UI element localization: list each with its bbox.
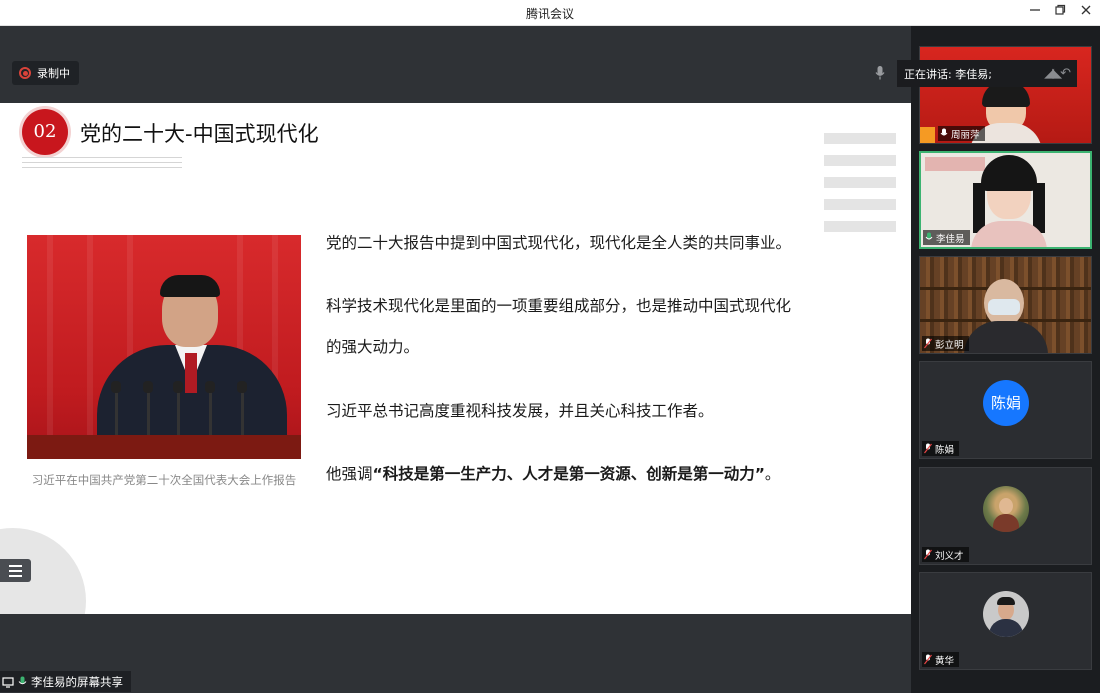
section-number-badge: 02 xyxy=(22,109,68,155)
title-divider xyxy=(22,167,182,168)
microphone-muted-icon xyxy=(924,654,932,665)
slide-menu-button[interactable] xyxy=(0,559,31,582)
screen-share-tag[interactable]: 李佳易的屏幕共享 xyxy=(0,671,131,692)
microphone-icon xyxy=(940,128,948,136)
microphone-muted-icon xyxy=(924,443,932,454)
participant-label: 李佳易 xyxy=(923,230,970,245)
restore-icon[interactable] xyxy=(1050,3,1070,23)
recording-label: 录制中 xyxy=(37,67,70,80)
title-divider xyxy=(22,157,182,158)
participant-label: 彭立明 xyxy=(922,336,969,351)
paragraph: 科学技术现代化是里面的一项重要组成部分，也是推动中国式现代化 xyxy=(326,297,792,315)
avatar: 陈娟 xyxy=(983,380,1029,426)
participant-tile[interactable]: 彭立明 xyxy=(919,256,1092,354)
title-bar: 腾讯会议 xyxy=(0,0,1100,26)
participant-tile-active[interactable]: 李佳易 xyxy=(919,151,1092,249)
close-icon[interactable] xyxy=(1076,3,1096,23)
shared-screen-stage: 录制中 02 党的二十大-中国式现代化 习近平在中国共产党第二十次全国代表大会上… xyxy=(0,26,911,693)
participant-label: 周丽萍 xyxy=(938,126,985,141)
microphone-icon xyxy=(18,676,27,684)
microphone-muted-icon xyxy=(924,549,932,560)
participant-label: 黄华 xyxy=(922,652,960,667)
slide-title: 党的二十大-中国式现代化 xyxy=(80,122,319,146)
microphone-icon[interactable] xyxy=(874,65,886,81)
emphasis-paragraph: 他强调“科技是第一生产力、人才是第一资源、创新是第一动力”。 xyxy=(326,462,780,484)
host-icon xyxy=(920,127,935,143)
participant-tile[interactable]: 刘义才 xyxy=(919,467,1092,565)
record-icon xyxy=(19,67,31,79)
window-title: 腾讯会议 xyxy=(525,7,574,21)
participant-tile[interactable]: 黄华 xyxy=(919,572,1092,670)
speaking-indicator: 正在讲话: 李佳易; ◢◣↶ xyxy=(897,60,1077,87)
presentation-slide: 02 党的二十大-中国式现代化 习近平在中国共产党第二十次全国代表大会上作报告 … xyxy=(0,103,911,614)
paragraph: 的强大动力。 xyxy=(326,338,420,356)
minimize-icon[interactable] xyxy=(1025,3,1045,23)
emphasis-suffix: 。 xyxy=(764,465,781,483)
participant-label: 刘义才 xyxy=(922,547,969,562)
more-icon: ◢◣↶ xyxy=(1044,66,1071,81)
screen-share-icon xyxy=(2,676,14,688)
paragraph: 习近平总书记高度重视科技发展，并且关心科技工作者。 xyxy=(326,402,714,420)
emphasis-prefix: 他强调 xyxy=(326,465,373,483)
participant-tile[interactable]: 陈娟 陈娟 xyxy=(919,361,1092,459)
recording-indicator[interactable]: 录制中 xyxy=(12,61,79,85)
decorative-bars xyxy=(824,133,896,243)
emphasis-quote: “科技是第一生产力、人才是第一资源、创新是第一动力” xyxy=(372,465,765,483)
microphone-muted-icon xyxy=(924,338,932,349)
speech-photo xyxy=(27,235,301,459)
avatar xyxy=(983,591,1029,637)
avatar xyxy=(983,486,1029,532)
title-divider xyxy=(22,162,182,163)
screen-share-label: 李佳易的屏幕共享 xyxy=(31,674,123,689)
microphone-icon xyxy=(925,232,933,240)
photo-caption: 习近平在中国共产党第二十次全国代表大会上作报告 xyxy=(31,473,297,487)
speaking-label: 正在讲话: 李佳易; xyxy=(904,67,992,81)
participant-label: 陈娟 xyxy=(922,441,960,456)
meeting-window: 腾讯会议 录制中 02 党的二十大-中国式现代化 习近平在中国共产党第二十次全国… xyxy=(0,0,1100,693)
paragraph: 党的二十大报告中提到中国式现代化，现代化是全人类的共同事业。 xyxy=(326,234,792,252)
